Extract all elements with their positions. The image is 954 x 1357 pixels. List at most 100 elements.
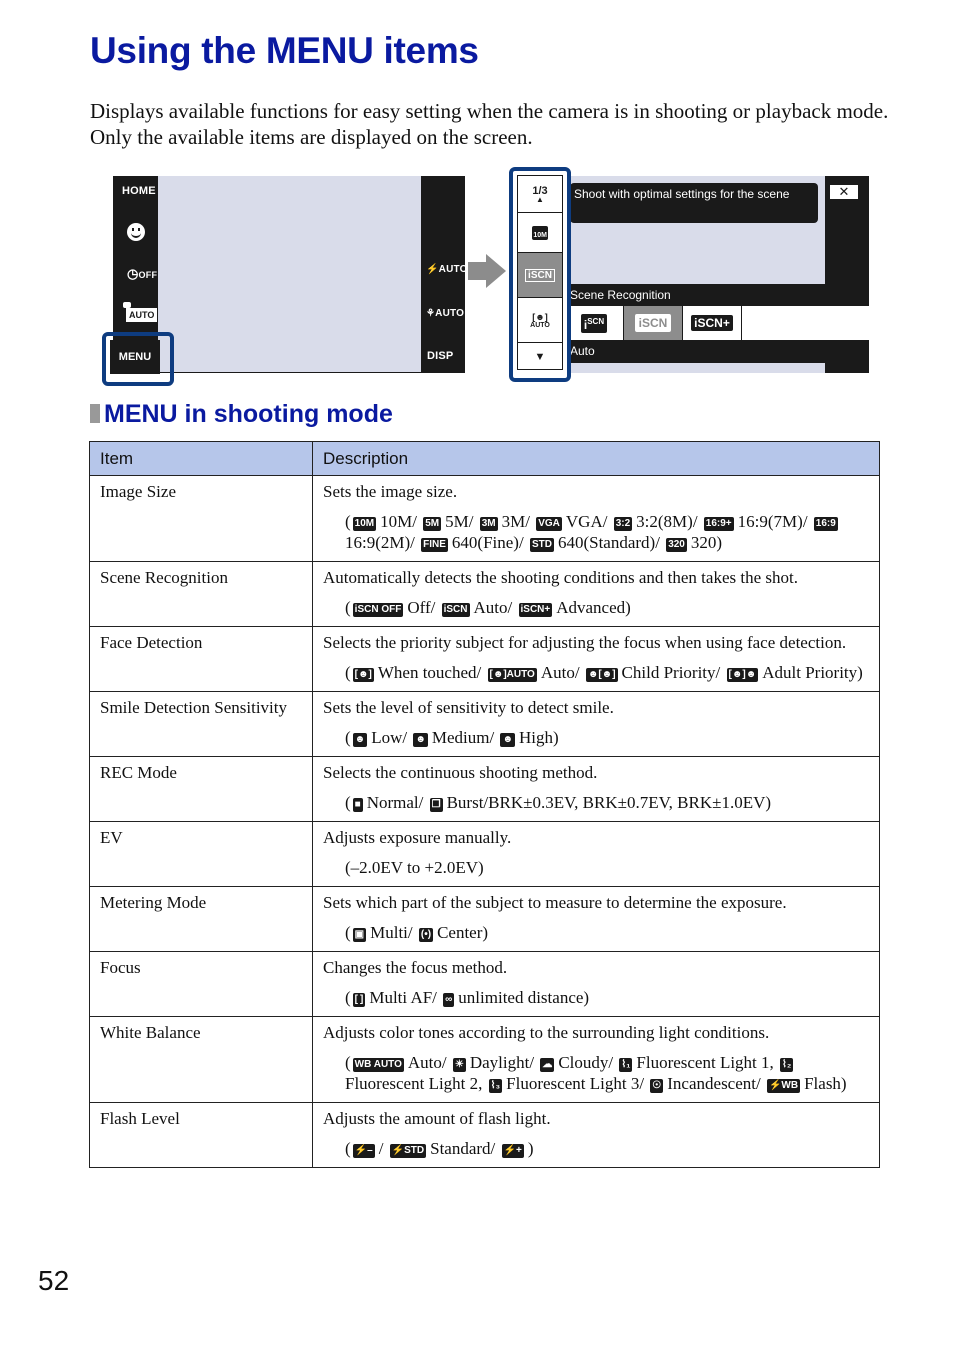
option-label: Multi/ <box>370 923 413 942</box>
tooltip: Shoot with optimal settings for the scen… <box>570 183 818 223</box>
option-label: Fluorescent Light 1, <box>636 1053 774 1072</box>
scroll-up-icon[interactable]: ▲ <box>536 195 544 203</box>
auto-mode-button[interactable]: AUTO <box>126 308 158 322</box>
item-name: Focus <box>89 951 313 1017</box>
option-label: Standard/ <box>430 1139 496 1158</box>
item-description: Adjusts the amount of flash light. <box>323 1109 551 1128</box>
option-icon: FINE <box>421 538 448 552</box>
option-label: Flash) <box>804 1074 847 1093</box>
option-label: ) <box>527 1139 534 1158</box>
option-icon: ☻[☻] <box>585 668 618 682</box>
option-label: Adult Priority) <box>762 663 863 682</box>
item-options: ([ ] Multi AF/ ∞ unlimited distance) <box>345 988 590 1007</box>
option-icon: [☻]AUTO <box>487 668 537 682</box>
iscn-off-icon: iSCN <box>580 313 608 333</box>
option-icon: iSCN <box>441 603 470 617</box>
table-header-row: Item Description <box>89 441 880 476</box>
option-icon: 3M <box>479 517 498 531</box>
section-heading: MENU in shooting mode <box>90 400 393 429</box>
item-name: REC Mode <box>89 756 313 822</box>
side-item-image-size[interactable]: 10M <box>517 213 563 253</box>
option-label: 640(Standard)/ <box>557 533 660 552</box>
option-icon: ⌇₃ <box>488 1079 503 1093</box>
option-label: 3M/ <box>501 512 530 531</box>
option-label: Fluorescent Light 2, <box>345 1074 483 1093</box>
option-icon: ⚡+ <box>501 1144 524 1158</box>
home-button[interactable]: HOME <box>122 185 156 197</box>
table-row: Smile Detection Sensitivity Sets the leve… <box>89 691 880 757</box>
intro-paragraph: Displays available functions for easy se… <box>90 99 889 149</box>
option-icon: ∞ <box>443 993 455 1007</box>
option-icon: ▣ <box>352 928 367 942</box>
item-description-cell: Selects the continuous shooting method. (… <box>312 756 880 822</box>
item-options: ([☻] When touched/ [☻]AUTO Auto/ ☻[☻] Child… <box>345 663 863 682</box>
option-label: 640(Fine)/ <box>451 533 524 552</box>
item-description-cell: Changes the focus method. ([ ] Multi AF/ ∞… <box>312 951 880 1017</box>
disp-button[interactable]: DISP <box>427 350 453 362</box>
side-item-scene-recognition[interactable]: iSCN <box>517 253 563 298</box>
option-label: 10M/ <box>380 512 417 531</box>
option-icon: VGA <box>536 517 562 531</box>
smile-shutter-icon[interactable] <box>127 223 145 241</box>
item-name: Flash Level <box>89 1102 313 1168</box>
option-label: Fluorescent Light 3/ <box>506 1074 645 1093</box>
item-description: Adjusts color tones according to the sur… <box>323 1023 770 1042</box>
option-icon: ☀ <box>452 1058 466 1072</box>
option-label: Center) <box>437 923 489 942</box>
option-icon: ☻ <box>413 733 428 747</box>
option-icon: [☻]☻ <box>726 668 759 682</box>
option-label: Cloudy/ <box>558 1053 614 1072</box>
option-icon: ⌇₁ <box>619 1058 633 1072</box>
item-options: (☻ Low/ ☻ Medium/ ☻ High) <box>345 728 559 747</box>
item-description: Automatically detects the shooting condi… <box>323 568 798 587</box>
menu-button[interactable]: MENU <box>110 340 160 374</box>
page-indicator[interactable]: 1/3 ▲ <box>517 175 563 213</box>
item-description-cell: Adjusts exposure manually. (–2.0EV to +2.… <box>312 821 880 887</box>
item-description: Sets the image size. <box>323 482 458 501</box>
option-icon: ⌇₂ <box>780 1058 794 1072</box>
side-item-face-detection[interactable]: [☻] AUTO <box>517 298 563 343</box>
scroll-down-icon[interactable]: ▼ <box>517 343 563 370</box>
option-icon: ■ <box>352 798 363 812</box>
table-row: Focus Changes the focus method. ([ ] Multi … <box>89 951 880 1017</box>
right-button-bar: ⚡AUTO ⚘AUTO DISP <box>421 176 468 373</box>
scene-option-off[interactable]: iSCN <box>565 306 624 340</box>
table-row: REC Mode Selects the continuous shooting … <box>89 756 880 822</box>
option-label: Advanced) <box>556 598 631 617</box>
option-label: unlimited distance) <box>458 988 590 1007</box>
close-button[interactable]: ✕ <box>830 185 858 199</box>
item-description-cell: Sets which part of the subject to measur… <box>312 886 880 952</box>
option-icon: (•) <box>418 928 434 942</box>
option-label: Burst/BRK±0.3EV, BRK±0.7EV, BRK±1.0EV) <box>446 793 772 812</box>
scene-recognition-label: Scene Recognition <box>565 284 869 306</box>
option-icon: WB AUTO <box>352 1058 404 1072</box>
item-description-cell: Adjusts color tones according to the sur… <box>312 1016 880 1103</box>
flash-button[interactable]: ⚡AUTO <box>426 264 468 275</box>
item-name: Smile Detection Sensitivity <box>89 691 313 757</box>
self-timer-icon[interactable]: ◷OFF <box>127 266 157 282</box>
scene-option-advanced[interactable]: iSCN+ <box>683 306 742 340</box>
option-icon: iSCN OFF <box>352 603 404 617</box>
page-title: Using the MENU items <box>90 30 479 71</box>
option-icon: ☻ <box>352 733 368 747</box>
item-description-cell: Adjusts the amount of flash light. (⚡– / ⚡… <box>312 1102 880 1168</box>
option-icon: [☻] <box>352 668 374 682</box>
iscn-auto-icon: iSCN <box>634 314 672 332</box>
image-size-icon: 10M <box>532 225 548 240</box>
scene-option-auto[interactable]: iSCN <box>624 306 683 340</box>
option-icon: 320 <box>666 538 687 552</box>
option-label: 16:9(7M)/ <box>737 512 808 531</box>
option-label: High) <box>519 728 559 747</box>
item-options: (10M 10M/ 5M 5M/ 3M 3M/ VGA VGA/ 3:2 3:2(8M)/… <box>345 512 838 552</box>
item-options: (■ Normal/ ❐ Burst/BRK±0.3EV, BRK±0.7EV, B… <box>345 793 772 812</box>
option-icon: 16:9+ <box>703 517 734 531</box>
option-label: Auto/ <box>540 663 580 682</box>
iscn-advanced-icon: iSCN+ <box>691 315 733 331</box>
face-detection-icon: [☻] <box>532 311 548 322</box>
option-icon: iSCN+ <box>518 603 553 617</box>
option-label: / <box>378 1139 384 1158</box>
macro-button[interactable]: ⚘AUTO <box>426 308 464 319</box>
item-name: Image Size <box>89 475 313 562</box>
item-options: (WB AUTO Auto/ ☀ Daylight/ ☁ Cloudy/ ⌇₁ Fluo… <box>345 1053 847 1093</box>
table-row: White Balance Adjusts color tones accordi… <box>89 1016 880 1103</box>
